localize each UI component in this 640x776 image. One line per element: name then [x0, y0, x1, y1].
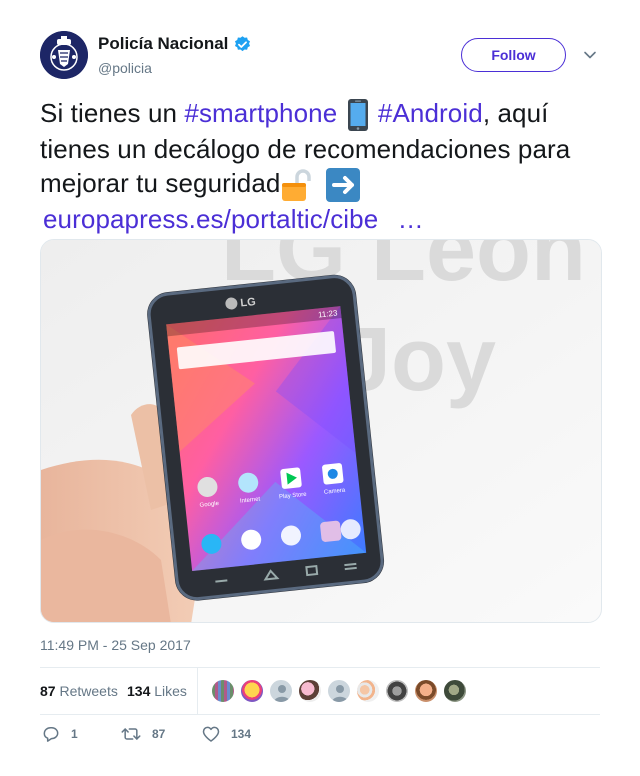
tweet-stats: 87 Retweets 134 Likes: [40, 668, 600, 714]
unlocked-padlock-icon: [282, 169, 312, 202]
divider: [40, 714, 600, 715]
reply-icon: [43, 727, 59, 742]
avatar[interactable]: [211, 679, 235, 703]
police-emblem-icon: [40, 31, 88, 79]
verified-badge-icon: [235, 35, 251, 51]
avatar[interactable]: [327, 679, 351, 703]
tweet-link[interactable]: europapress.es/portaltic/cibe: [43, 204, 378, 234]
right-arrow-icon: [325, 168, 360, 203]
likes-count: 134: [127, 683, 151, 699]
likes-label: Likes: [154, 683, 187, 699]
retweet-count: 87: [152, 727, 166, 741]
mobile-phone-icon: [347, 99, 368, 132]
avatar[interactable]: [385, 679, 409, 703]
tweet-media-image[interactable]: LG Leon Joy 11:23 Google Internet Play S…: [40, 239, 602, 623]
hashtag-android[interactable]: #Android: [378, 98, 483, 128]
hashtag-smartphone[interactable]: #smartphone: [184, 98, 337, 128]
avatar[interactable]: [40, 31, 88, 79]
like-count: 134: [231, 727, 252, 741]
likes-stat[interactable]: 134 Likes: [127, 683, 187, 699]
avatar[interactable]: [414, 679, 438, 703]
link-ellipsis[interactable]: …: [398, 204, 424, 234]
avatar[interactable]: [356, 679, 380, 703]
avatar[interactable]: [269, 679, 293, 703]
tweet-text-part: Si tienes un: [40, 98, 185, 128]
tweet-header: Policía Nacional @policia Follow: [40, 31, 600, 79]
retweets-stat[interactable]: 87 Retweets: [40, 683, 118, 699]
retweets-label: Retweets: [59, 683, 118, 699]
avatar[interactable]: [298, 679, 322, 703]
heart-icon: [202, 726, 220, 742]
default-avatar-icon: [332, 685, 348, 702]
retweet-button[interactable]: 87: [120, 724, 165, 744]
default-avatar-icon: [274, 685, 290, 702]
tweet-timestamp[interactable]: 11:49 PM - 25 Sep 2017: [40, 637, 191, 653]
stats-separator: [197, 668, 198, 714]
retweet-icon: [121, 728, 141, 740]
follow-button[interactable]: Follow: [461, 38, 566, 72]
chevron-down-icon[interactable]: [582, 47, 598, 63]
tweet-actions: 1 87 134: [40, 724, 600, 750]
avatar[interactable]: [240, 679, 264, 703]
retweets-count: 87: [40, 683, 56, 699]
reply-button[interactable]: 1: [41, 724, 78, 744]
author-display-name[interactable]: Policía Nacional: [98, 34, 228, 54]
author-handle[interactable]: @policia: [98, 60, 152, 76]
reply-count: 1: [71, 727, 78, 741]
avatar[interactable]: [443, 679, 467, 703]
like-button[interactable]: 134: [201, 724, 251, 744]
author-name-row: Policía Nacional: [98, 34, 252, 54]
tweet-text: Si tienes un #smartphone #Android, aquí …: [40, 96, 610, 236]
brand-logo-text: LG: [240, 296, 256, 310]
lg-smartphone-photo: LG Leon Joy 11:23 Google Internet Play S…: [41, 240, 601, 622]
